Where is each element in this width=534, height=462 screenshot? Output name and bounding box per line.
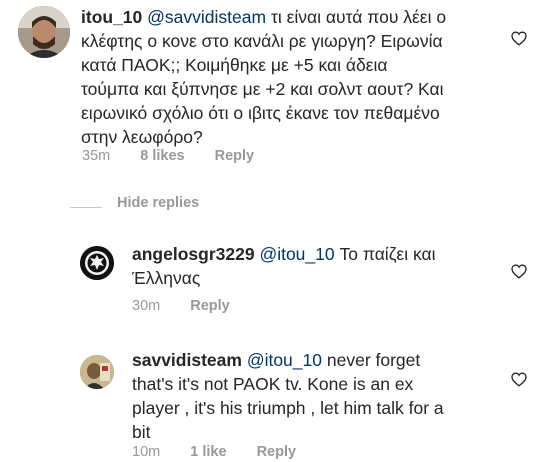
comment-time: 10m: [132, 444, 161, 460]
comment-meta: 10m 1 like Reply: [132, 444, 322, 460]
comment-text: angelosgr3229 @itou_10 Το παίζει και Έλλ…: [132, 242, 492, 290]
comment-text: itou_10 @savvidisteam τι είναι αυτά που …: [81, 5, 491, 149]
paok-logo-avatar: [80, 246, 114, 280]
hide-replies-line: [70, 207, 102, 208]
comment-line: that's it's not PAOK tv. Kone is an ex: [132, 374, 414, 394]
hide-replies-button[interactable]: Hide replies: [117, 195, 199, 211]
comment-line: κλέφτης ο κονε στο κανάλι ρε γιωργη? Ειρ…: [81, 31, 443, 51]
avatar[interactable]: [80, 246, 114, 280]
comment-meta: 30m Reply: [132, 298, 256, 314]
comment-time: 35m: [82, 148, 111, 164]
comment-text: savvidisteam @itou_10 never forget that'…: [132, 348, 492, 444]
avatar-photo: [80, 355, 114, 389]
comment-mention[interactable]: @itou_10: [247, 350, 322, 370]
comment-line: Το παίζει και: [339, 244, 436, 264]
heart-outline-icon[interactable]: [511, 31, 527, 46]
avatar[interactable]: [18, 6, 70, 58]
comment-line: στην λεωφόρο?: [81, 127, 203, 147]
comment-likes[interactable]: 8 likes: [140, 148, 184, 164]
comment-time: 30m: [132, 298, 161, 314]
comment-line: κατά ΠΑΟΚ;; Κοιμήθηκε με +5 και άδεια: [81, 55, 388, 75]
avatar-photo: [18, 6, 70, 58]
reply-button[interactable]: Reply: [257, 444, 297, 460]
comment-line: ειρωνικό σχόλιο ότι ο ιβιτς έκανε τον πε…: [81, 103, 440, 123]
comment-meta: 35m 8 likes Reply: [82, 148, 280, 164]
comment-mention[interactable]: @savvidisteam: [147, 7, 266, 27]
avatar[interactable]: [80, 355, 114, 389]
comment-line: τι είναι αυτά που λέει ο: [270, 7, 447, 27]
comment-likes[interactable]: 1 like: [190, 444, 226, 460]
heart-outline-icon[interactable]: [511, 264, 527, 279]
comment-line: player , it's his triumph , let him talk…: [132, 398, 444, 418]
comment-username[interactable]: angelosgr3229: [132, 244, 255, 264]
comment-line: bit: [132, 422, 151, 442]
comment-line: τούμπα και ξύπνησε με +2 και σολντ αουτ?…: [81, 79, 444, 99]
heart-outline-icon[interactable]: [511, 372, 527, 387]
comment-line: Έλληνας: [132, 268, 201, 288]
reply-button[interactable]: Reply: [215, 148, 255, 164]
reply-button[interactable]: Reply: [190, 298, 230, 314]
comment-username[interactable]: itou_10: [81, 7, 142, 27]
comment-mention[interactable]: @itou_10: [259, 244, 334, 264]
comment-username[interactable]: savvidisteam: [132, 350, 242, 370]
comment-line: never forget: [326, 350, 421, 370]
